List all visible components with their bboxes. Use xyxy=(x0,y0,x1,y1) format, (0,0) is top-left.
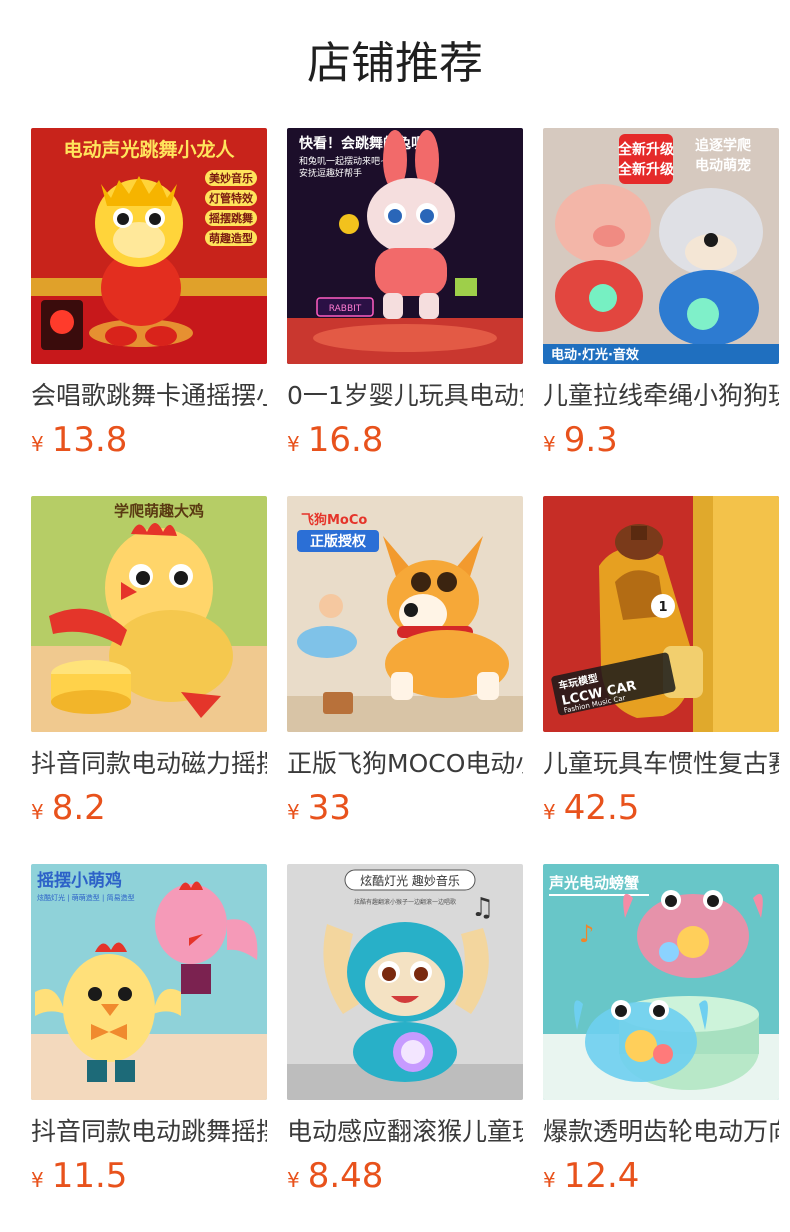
svg-text:♫: ♫ xyxy=(471,893,494,923)
product-name[interactable]: 抖音同款电动磁力摇摆鸡 xyxy=(31,744,267,784)
image-caption: 炫酷灯光 趣妙音乐 xyxy=(360,873,460,888)
product-name[interactable]: 会唱歌跳舞卡通摇摆小龙 xyxy=(31,376,267,416)
svg-text:1: 1 xyxy=(658,600,667,615)
svg-text:RABBIT: RABBIT xyxy=(329,304,362,314)
price-amount: 8.2 xyxy=(51,788,106,828)
product-image-crab[interactable]: 声光电动螃蟹 ♪ xyxy=(543,864,779,1100)
product-name[interactable]: 电动感应翻滚猴儿童玩具 xyxy=(287,1112,523,1152)
currency-symbol: ¥ xyxy=(287,800,300,824)
svg-text:♪: ♪ xyxy=(579,920,594,948)
image-caption: 飞狗MoCo xyxy=(301,512,367,528)
crab-toy-image: 声光电动螃蟹 ♪ xyxy=(543,864,779,1100)
price-amount: 16.8 xyxy=(307,420,384,460)
chicken-toy-image: 学爬萌趣大鸡 xyxy=(31,496,267,732)
product-name[interactable]: 抖音同款电动跳舞摇摆鸡 xyxy=(31,1112,267,1152)
product-name[interactable]: 爆款透明齿轮电动万向螃蟹 xyxy=(543,1112,779,1152)
price-amount: 11.5 xyxy=(51,1156,128,1196)
product-image-monkey[interactable]: 炫酷灯光 趣妙音乐 炫酷有趣翻滚小猴子一边翻滚一边唱歌 ♫ xyxy=(287,864,523,1100)
price-amount: 8.48 xyxy=(307,1156,384,1196)
image-caption: 追逐学爬 xyxy=(695,137,752,154)
image-caption: 摇摆小萌鸡 xyxy=(37,870,122,891)
currency-symbol: ¥ xyxy=(543,800,556,824)
image-caption: 学爬萌趣大鸡 xyxy=(114,502,204,520)
product-price: ¥33 xyxy=(287,786,523,830)
svg-text:安抚逗趣好帮手: 安抚逗趣好帮手 xyxy=(299,167,362,179)
dragon-toy-image: 电动声光跳舞小龙人 美妙音乐 灯管特效 摇摆跳舞 萌趣造型 xyxy=(31,128,267,364)
product-price: ¥12.4 xyxy=(543,1154,779,1198)
svg-text:全新升级: 全新升级 xyxy=(617,141,675,158)
currency-symbol: ¥ xyxy=(31,432,44,456)
corgi-toy-image: 飞狗MoCo 正版授权 xyxy=(287,496,523,732)
svg-text:和兔叽一起摆动来吧~: 和兔叽一起摆动来吧~ xyxy=(299,155,388,167)
price-amount: 33 xyxy=(307,788,351,828)
product-image-dragon[interactable]: 电动声光跳舞小龙人 美妙音乐 灯管特效 摇摆跳舞 萌趣造型 xyxy=(31,128,267,364)
product-name[interactable]: 正版飞狗MOCO电动小狗 xyxy=(287,744,523,784)
product-grid: 电动声光跳舞小龙人 美妙音乐 灯管特效 摇摆跳舞 萌趣造型 会唱歌跳舞卡通摇摆 … xyxy=(0,0,790,1232)
product-price: ¥16.8 xyxy=(287,418,523,462)
product-name[interactable]: 0一1岁婴儿玩具电动兔子 xyxy=(287,376,523,416)
svg-text:正版授权: 正版授权 xyxy=(310,533,367,550)
svg-text:电动·灯光·音效: 电动·灯光·音效 xyxy=(551,347,640,363)
price-amount: 9.3 xyxy=(563,420,618,460)
price-amount: 42.5 xyxy=(563,788,640,828)
currency-symbol: ¥ xyxy=(31,1168,44,1192)
product-name[interactable]: 儿童玩具车惯性复古赛车 xyxy=(543,744,779,784)
price-amount: 12.4 xyxy=(563,1156,640,1196)
svg-text:炫酷有趣翻滚小猴子一边翻滚一边唱歌: 炫酷有趣翻滚小猴子一边翻滚一边唱歌 xyxy=(354,898,456,906)
product-image-rabbit[interactable]: 快看！会跳舞的兔叽！ 和兔叽一起摆动来吧~ 安抚逗趣好帮手 RABBIT xyxy=(287,128,523,364)
svg-text:炫酷灯光 | 萌萌造型 | 简易造型: 炫酷灯光 | 萌萌造型 | 简易造型 xyxy=(37,893,135,902)
svg-text:灯管特效: 灯管特效 xyxy=(209,191,254,205)
product-name[interactable]: 儿童拉线牵绳小狗狗玩具 xyxy=(543,376,779,416)
svg-text:摇摆跳舞: 摇摆跳舞 xyxy=(209,211,253,225)
product-price: ¥9.3 xyxy=(543,418,779,462)
product-image-pig-dog[interactable]: 全新升级 全新升级 追逐学爬 电动萌宠 电动·灯光·音效 xyxy=(543,128,779,364)
monkey-toy-image: 炫酷灯光 趣妙音乐 炫酷有趣翻滚小猴子一边翻滚一边唱歌 ♫ xyxy=(287,864,523,1100)
product-image-chicken[interactable]: 学爬萌趣大鸡 xyxy=(31,496,267,732)
product-image-car[interactable]: 1 车玩模型 LCCW CAR Fashion Music Car xyxy=(543,496,779,732)
svg-text:电动萌宠: 电动萌宠 xyxy=(695,157,751,174)
product-price: ¥11.5 xyxy=(31,1154,267,1198)
product-price: ¥13.8 xyxy=(31,418,267,462)
svg-text:萌趣造型: 萌趣造型 xyxy=(209,231,253,245)
currency-symbol: ¥ xyxy=(287,432,300,456)
car-toy-image: 1 车玩模型 LCCW CAR Fashion Music Car xyxy=(543,496,779,732)
rabbit-toy-image: 快看！会跳舞的兔叽！ 和兔叽一起摆动来吧~ 安抚逗趣好帮手 RABBIT xyxy=(287,128,523,364)
product-price: ¥8.2 xyxy=(31,786,267,830)
svg-text:美妙音乐: 美妙音乐 xyxy=(209,171,253,185)
price-amount: 13.8 xyxy=(51,420,128,460)
currency-symbol: ¥ xyxy=(543,1168,556,1192)
image-caption: 电动声光跳舞小龙人 xyxy=(63,138,235,161)
product-image-corgi[interactable]: 飞狗MoCo 正版授权 xyxy=(287,496,523,732)
image-caption: 声光电动螃蟹 xyxy=(548,874,639,892)
dancing-chicks-toy-image: 摇摆小萌鸡 炫酷灯光 | 萌萌造型 | 简易造型 xyxy=(31,864,267,1100)
product-image-dancing-chicks[interactable]: 摇摆小萌鸡 炫酷灯光 | 萌萌造型 | 简易造型 xyxy=(31,864,267,1100)
pig-dog-toy-image: 全新升级 全新升级 追逐学爬 电动萌宠 电动·灯光·音效 xyxy=(543,128,779,364)
currency-symbol: ¥ xyxy=(543,432,556,456)
currency-symbol: ¥ xyxy=(31,800,44,824)
product-price: ¥8.48 xyxy=(287,1154,523,1198)
currency-symbol: ¥ xyxy=(287,1168,300,1192)
product-price: ¥42.5 xyxy=(543,786,779,830)
svg-text:全新升级: 全新升级 xyxy=(617,161,675,178)
